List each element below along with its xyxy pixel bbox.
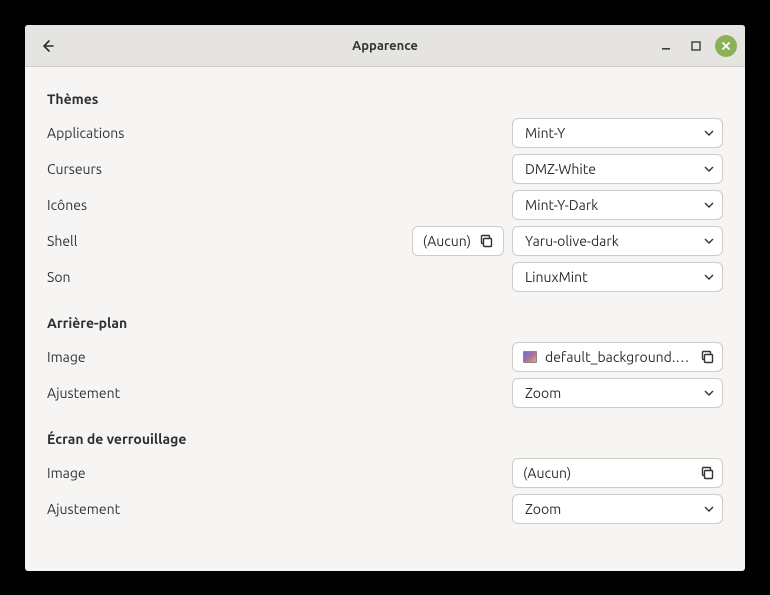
close-icon: [721, 41, 731, 51]
chevron-down-icon: [704, 166, 714, 172]
file-chooser-icon: [479, 234, 493, 248]
chevron-down-icon: [704, 274, 714, 280]
chevron-down-icon: [704, 506, 714, 512]
label-sound: Son: [47, 269, 504, 285]
chevron-down-icon: [704, 202, 714, 208]
shell-file-value: (Aucun): [423, 233, 471, 249]
shell-file-button[interactable]: (Aucun): [412, 226, 504, 256]
minimize-button[interactable]: [655, 35, 677, 57]
label-lock-adjust: Ajustement: [47, 501, 504, 517]
filechooser-lock-image[interactable]: (Aucun): [512, 458, 723, 488]
row-bg-image: Image default_background.jpg: [47, 339, 723, 375]
dropdown-value: Yaru-olive-dark: [525, 233, 704, 249]
dropdown-sound[interactable]: LinuxMint: [512, 262, 723, 292]
row-lock-adjust: Ajustement Zoom: [47, 491, 723, 527]
dropdown-shell[interactable]: Yaru-olive-dark: [512, 226, 723, 256]
row-sound: Son LinuxMint: [47, 259, 723, 295]
label-bg-adjust: Ajustement: [47, 385, 504, 401]
appearance-window: Apparence Thèmes Applications: [25, 25, 745, 571]
titlebar: Apparence: [25, 25, 745, 67]
label-cursors: Curseurs: [47, 161, 504, 177]
back-arrow-icon: [39, 38, 55, 54]
label-icons: Icônes: [47, 197, 504, 213]
file-chooser-icon: [700, 350, 714, 364]
dropdown-applications[interactable]: Mint-Y: [512, 118, 723, 148]
section-background-title: Arrière-plan: [47, 315, 723, 331]
dropdown-lock-adjust[interactable]: Zoom: [512, 494, 723, 524]
label-lock-image: Image: [47, 465, 504, 481]
content-area: Thèmes Applications Mint-Y Curseurs DMZ-…: [25, 67, 745, 571]
window-title: Apparence: [25, 39, 745, 53]
label-bg-image: Image: [47, 349, 504, 365]
row-lock-image: Image (Aucun): [47, 455, 723, 491]
section-lockscreen-title: Écran de verrouillage: [47, 431, 723, 447]
dropdown-cursors[interactable]: DMZ-White: [512, 154, 723, 184]
dropdown-value: DMZ-White: [525, 161, 704, 177]
chevron-down-icon: [704, 238, 714, 244]
row-shell: Shell (Aucun) Yaru-olive-dark: [47, 223, 723, 259]
label-applications: Applications: [47, 125, 504, 141]
back-button[interactable]: [33, 32, 61, 60]
dropdown-value: Mint-Y: [525, 125, 704, 141]
dropdown-bg-adjust[interactable]: Zoom: [512, 378, 723, 408]
row-bg-adjust: Ajustement Zoom: [47, 375, 723, 411]
row-cursors: Curseurs DMZ-White: [47, 151, 723, 187]
row-applications: Applications Mint-Y: [47, 115, 723, 151]
window-controls: [655, 25, 737, 66]
maximize-button[interactable]: [685, 35, 707, 57]
image-thumbnail-icon: [523, 351, 537, 363]
close-button[interactable]: [715, 35, 737, 57]
chevron-down-icon: [704, 390, 714, 396]
dropdown-value: Zoom: [525, 385, 704, 401]
dropdown-value: Zoom: [525, 501, 704, 517]
minimize-icon: [661, 41, 671, 51]
dropdown-value: LinuxMint: [525, 269, 704, 285]
dropdown-value: Mint-Y-Dark: [525, 197, 704, 213]
filechooser-value: default_background.jpg: [545, 349, 692, 365]
dropdown-icons[interactable]: Mint-Y-Dark: [512, 190, 723, 220]
row-icons: Icônes Mint-Y-Dark: [47, 187, 723, 223]
section-themes-title: Thèmes: [47, 91, 723, 107]
chevron-down-icon: [704, 130, 714, 136]
file-chooser-icon: [700, 466, 714, 480]
filechooser-bg-image[interactable]: default_background.jpg: [512, 342, 723, 372]
label-shell: Shell: [47, 233, 404, 249]
filechooser-value: (Aucun): [523, 465, 692, 481]
maximize-icon: [691, 41, 701, 51]
